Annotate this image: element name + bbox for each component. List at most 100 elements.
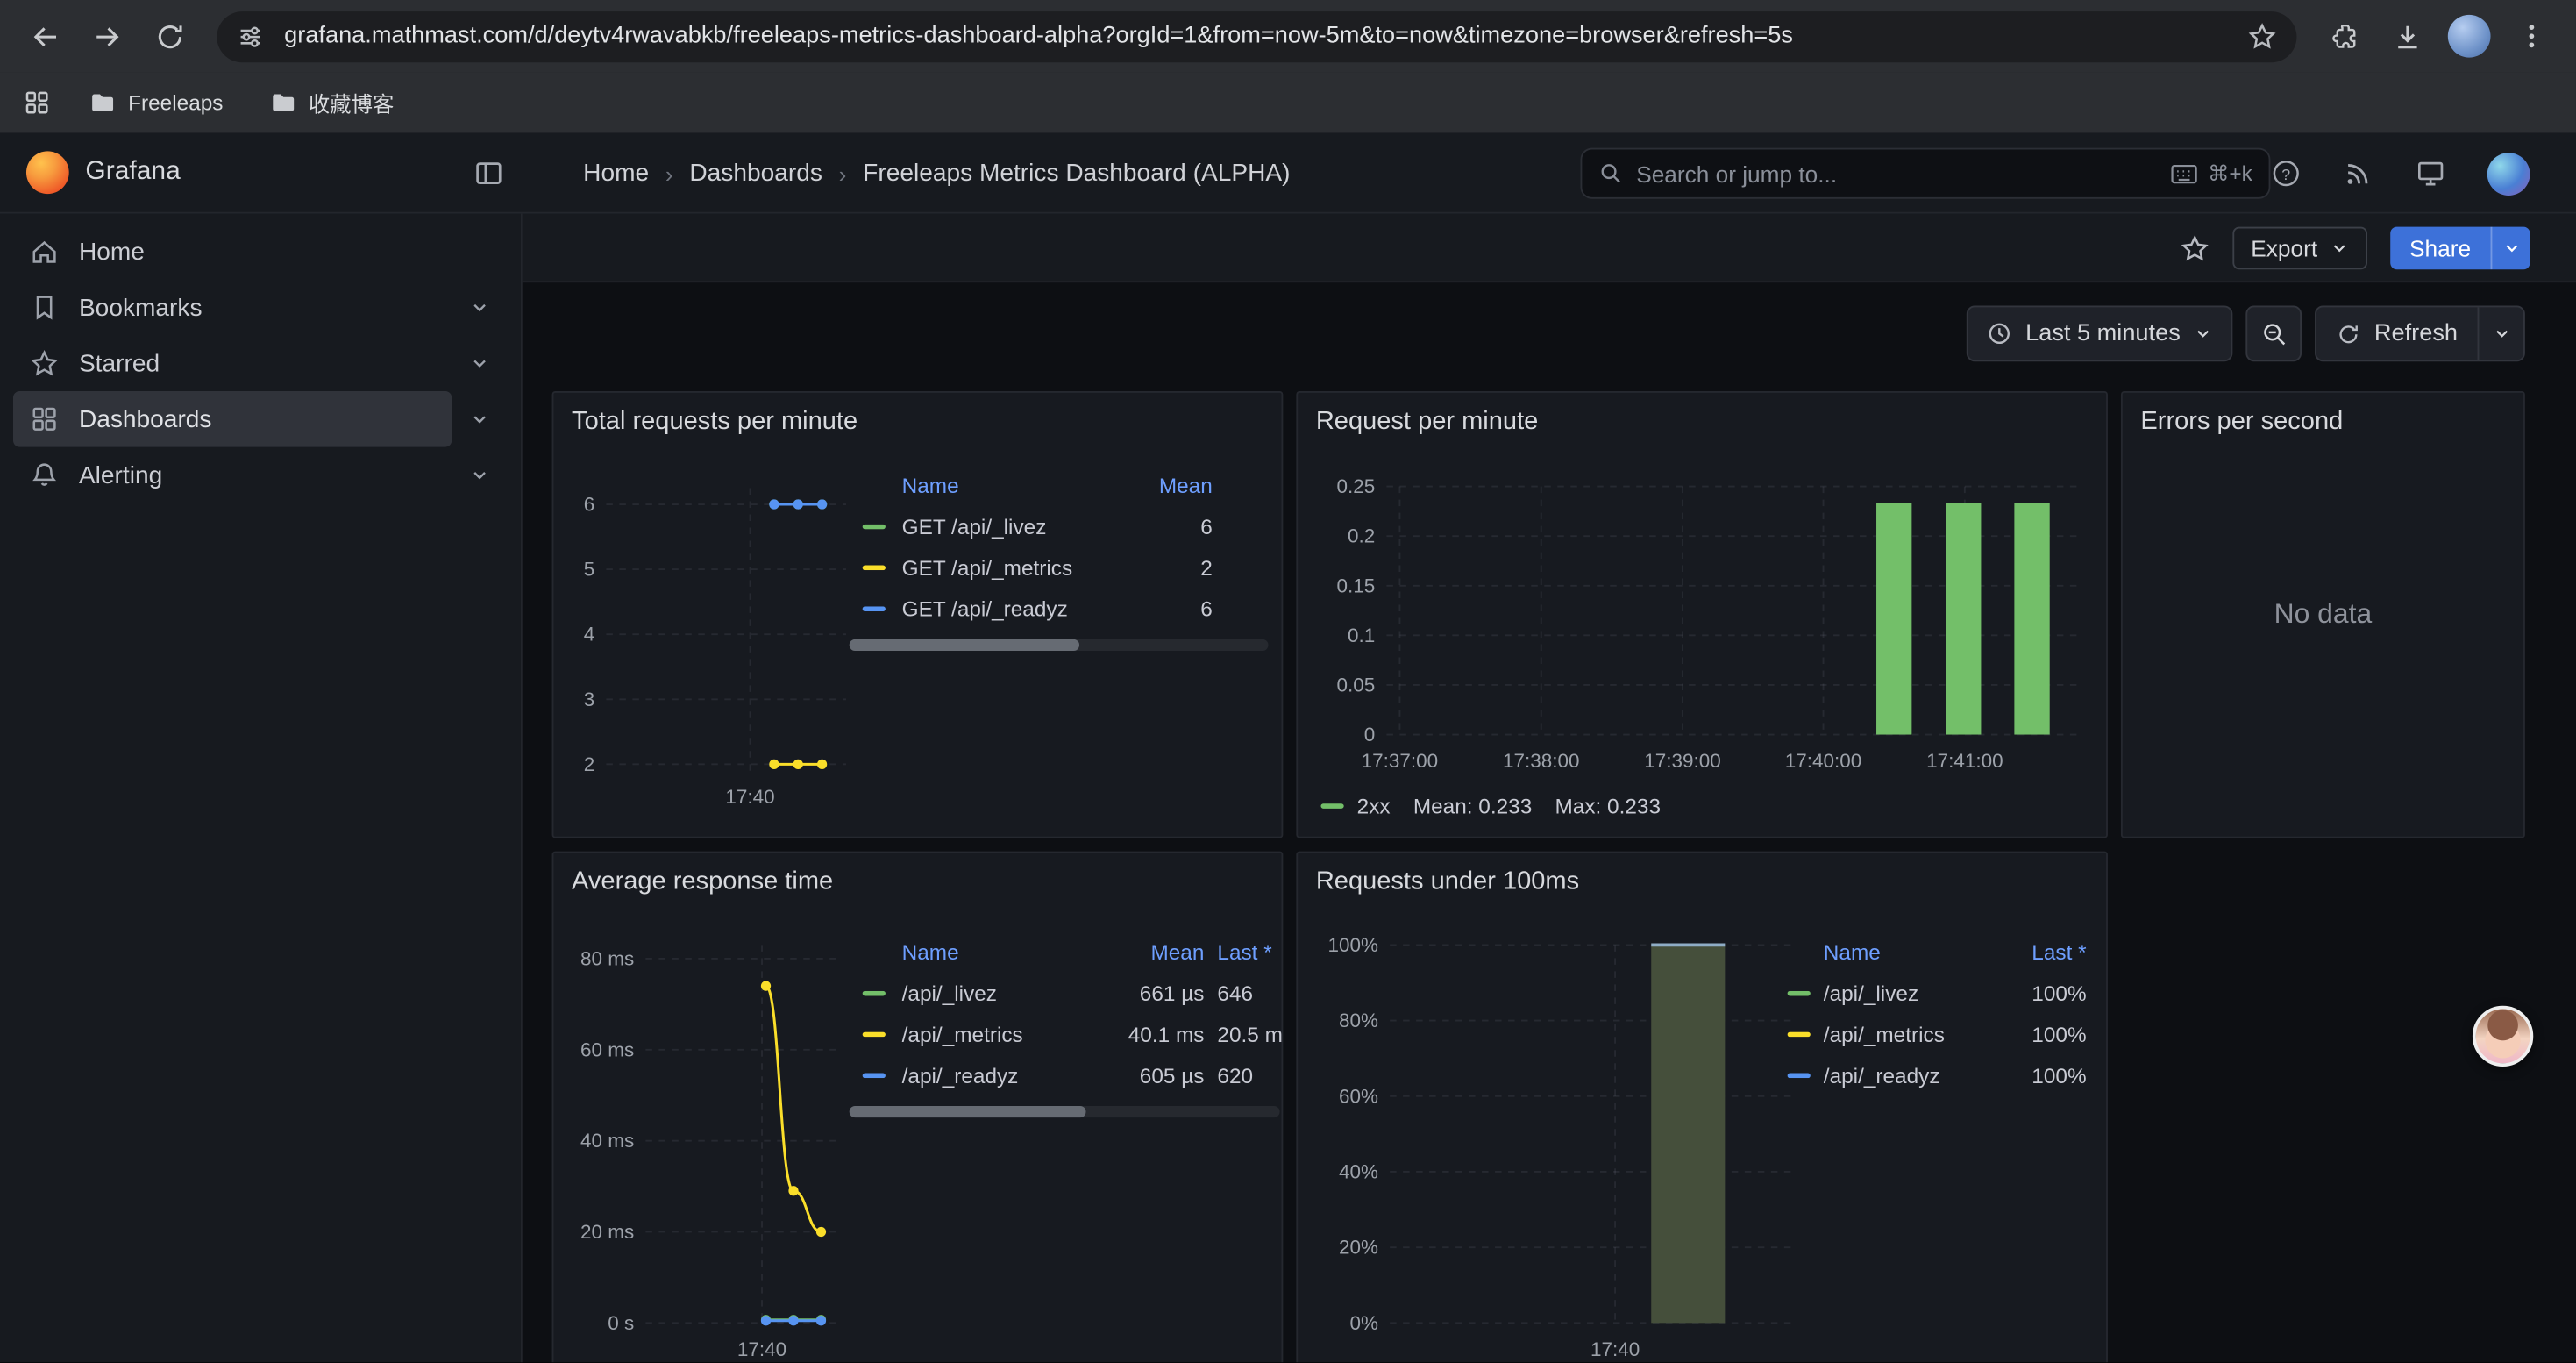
legend-row: /api/_readyz 100% [1788,1055,2087,1096]
series-last: 620 [1217,1063,1283,1088]
chevron-down-icon [2329,238,2348,257]
series-name[interactable]: GET /api/_metrics [902,555,1113,580]
forward-icon[interactable] [79,8,135,64]
browser-menu-icon[interactable] [2504,8,2560,64]
svg-text:17:41:00: 17:41:00 [1926,750,2003,772]
folder-icon [269,89,297,117]
average-response-time-chart: 80 ms60 ms40 ms20 ms0 s17:40 [566,925,849,1363]
star-icon [30,348,60,378]
favorite-star-icon[interactable] [2181,232,2210,262]
bookmark-star-icon[interactable] [2247,21,2277,51]
refresh-controls: Refresh [2315,306,2524,362]
extensions-icon[interactable] [2316,8,2373,64]
panel-title[interactable]: Average response time [553,853,1281,897]
series-color-swatch [1788,1032,1811,1038]
chevron-down-icon[interactable] [452,352,508,375]
sidebar-item-bookmarks[interactable]: Bookmarks [13,280,508,336]
series-mean: 661 µs [1099,981,1205,1006]
chevron-down-icon[interactable] [452,408,508,431]
user-avatar[interactable] [2487,152,2530,195]
panel-title[interactable]: Requests under 100ms [1298,853,2106,897]
sidebar-item-alerting[interactable]: Alerting [13,447,508,503]
apps-grid-icon[interactable] [23,89,51,117]
legend-col-name[interactable]: Name [902,940,1099,965]
svg-text:17:40:00: 17:40:00 [1785,750,1861,772]
sidebar-toggle-icon[interactable] [473,158,505,189]
home-icon [30,237,60,267]
sidebar-item-dashboards[interactable]: Dashboards [13,391,508,447]
breadcrumb-dashboards[interactable]: Dashboards [689,160,822,188]
panel-title[interactable]: Request per minute [1298,393,2106,438]
site-settings-icon[interactable] [237,22,265,50]
svg-text:20 ms: 20 ms [580,1221,634,1243]
help-icon[interactable]: ? [2270,158,2302,189]
svg-text:60 ms: 60 ms [580,1038,634,1060]
legend-table: Name Mean Last * /api/_livez 661 µs 646 [850,931,1284,1095]
series-name[interactable]: /api/_livez [902,981,1099,1006]
refresh-interval-caret[interactable] [2478,307,2523,360]
grafana-logo[interactable] [26,151,69,194]
svg-text:2: 2 [584,753,595,775]
sidebar-item-home[interactable]: Home [13,224,508,280]
series-color-swatch [863,606,886,611]
series-name[interactable]: /api/_readyz [902,1063,1099,1088]
panel-request-per-minute: Request per minute 0.250.20.150.10.05017… [1296,391,2108,838]
time-range-picker[interactable]: Last 5 minutes [1967,306,2233,362]
reload-icon[interactable] [141,8,197,64]
series-mean: 2 [1112,555,1212,580]
url-bar[interactable]: grafana.mathmast.com/d/deytv4rwavabkb/fr… [217,11,2296,61]
legend-col-last[interactable]: Last * [1217,940,1283,965]
legend-scrollbar[interactable] [850,1106,1280,1117]
scrollbar-thumb[interactable] [850,1106,1086,1117]
export-button[interactable]: Export [2233,226,2367,269]
series-name[interactable]: GET /api/_livez [902,514,1113,539]
share-button[interactable]: Share [2390,226,2530,269]
legend-col-name[interactable]: Name [1824,940,1988,965]
series-name[interactable]: /api/_readyz [1824,1063,1988,1088]
series-name[interactable]: /api/_livez [1824,981,1988,1006]
profile-avatar[interactable] [2448,15,2491,58]
breadcrumb-home[interactable]: Home [583,160,649,188]
legend-col-last[interactable]: Last * [1988,940,2086,965]
svg-text:100%: 100% [1328,934,1378,956]
downloads-icon[interactable] [2379,8,2435,64]
monitor-icon[interactable] [2415,158,2446,189]
news-rss-icon[interactable] [2343,158,2374,189]
legend-scrollbar[interactable] [850,639,1269,651]
svg-text:17:38:00: 17:38:00 [1503,750,1579,772]
legend-col-name[interactable]: Name [902,474,1113,498]
chevron-down-icon[interactable] [452,463,508,486]
bookmark-folder-blog[interactable]: 收藏博客 [254,82,409,124]
series-name[interactable]: GET /api/_readyz [902,596,1113,621]
svg-text:60%: 60% [1339,1085,1378,1107]
share-menu-caret[interactable] [2491,226,2530,269]
panel-errors-per-second: Errors per second No data [2121,391,2525,838]
svg-text:20%: 20% [1339,1237,1378,1259]
chevron-down-icon[interactable] [452,296,508,318]
back-icon[interactable] [17,8,73,64]
series-name[interactable]: 2xx [1357,794,1391,818]
legend-row: GET /api/_readyz 6 [850,589,1269,630]
series-last: 100% [1988,1063,2086,1088]
series-color-swatch [1320,803,1343,809]
search-input[interactable]: Search or jump to... ⌘+k [1580,148,2270,199]
chevron-down-icon [2194,324,2213,343]
svg-text:80 ms: 80 ms [580,947,634,969]
panel-title[interactable]: Total requests per minute [553,393,1281,438]
refresh-button[interactable]: Refresh [2316,307,2477,360]
series-name[interactable]: /api/_metrics [902,1022,1099,1046]
scrollbar-thumb[interactable] [850,639,1080,651]
legend-col-mean[interactable]: Mean [1112,474,1212,498]
legend-inline: 2xx Mean: 0.233 Max: 0.233 [1320,794,1661,818]
search-icon [1598,161,1623,186]
bookmark-folder-freeleaps[interactable]: Freeleaps [74,84,238,122]
series-color-swatch [863,566,886,571]
legend-col-mean[interactable]: Mean [1099,940,1205,965]
series-color-swatch [863,1032,886,1038]
assistant-avatar[interactable] [2473,1006,2533,1067]
svg-text:0.2: 0.2 [1348,525,1375,547]
grafana-top-nav: Grafana Home › Dashboards › Freeleaps Me… [0,133,2576,214]
series-name[interactable]: /api/_metrics [1824,1022,1988,1046]
zoom-out-button[interactable] [2246,306,2302,362]
sidebar-item-starred[interactable]: Starred [13,335,508,391]
